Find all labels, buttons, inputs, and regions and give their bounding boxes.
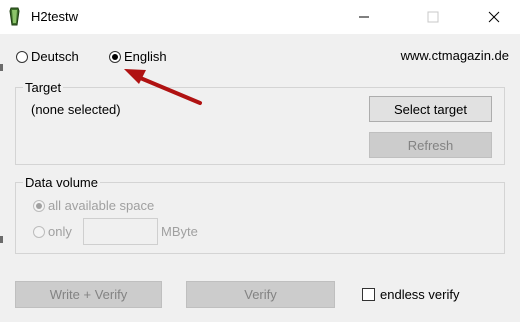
- app-icon: [8, 7, 22, 26]
- maximize-icon: [427, 11, 439, 23]
- select-target-button[interactable]: Select target: [369, 96, 492, 122]
- edge-mark: [0, 236, 3, 243]
- annotation-arrow-head: [124, 69, 146, 84]
- radio-deutsch-label[interactable]: Deutsch: [31, 49, 79, 64]
- radio-all-space-indicator[interactable]: [33, 199, 45, 212]
- radio-only-indicator[interactable]: [33, 225, 45, 238]
- maximize-button: [407, 0, 459, 34]
- endless-verify-checkbox[interactable]: endless verify: [362, 287, 459, 302]
- radio-english-indicator[interactable]: [109, 50, 121, 63]
- website-link[interactable]: www.ctmagazin.de: [401, 48, 509, 63]
- close-button[interactable]: [468, 0, 520, 34]
- radio-english-label[interactable]: English: [124, 49, 167, 64]
- refresh-button[interactable]: Refresh: [369, 132, 492, 158]
- minimize-icon: [358, 11, 370, 23]
- mbyte-amount-input[interactable]: [83, 218, 158, 245]
- radio-all-space-label[interactable]: all available space: [48, 198, 154, 213]
- radio-deutsch-indicator[interactable]: [16, 50, 28, 63]
- target-group-label: Target: [23, 80, 64, 95]
- target-status: (none selected): [31, 102, 121, 117]
- radio-only[interactable]: only: [33, 224, 72, 239]
- write-verify-button[interactable]: Write + Verify: [15, 281, 162, 308]
- radio-all-space[interactable]: all available space: [33, 198, 154, 213]
- window-title: H2testw: [31, 9, 78, 24]
- radio-only-label[interactable]: only: [48, 224, 72, 239]
- data-volume-group-label: Data volume: [23, 175, 100, 190]
- radio-english[interactable]: English: [109, 49, 167, 64]
- verify-button[interactable]: Verify: [186, 281, 335, 308]
- radio-deutsch[interactable]: Deutsch: [16, 49, 79, 64]
- endless-verify-box[interactable]: [362, 288, 375, 301]
- endless-verify-label[interactable]: endless verify: [380, 287, 459, 302]
- mbyte-unit-label: MByte: [161, 224, 198, 239]
- close-icon: [488, 11, 500, 23]
- minimize-button[interactable]: [338, 0, 390, 34]
- edge-mark: [0, 64, 3, 71]
